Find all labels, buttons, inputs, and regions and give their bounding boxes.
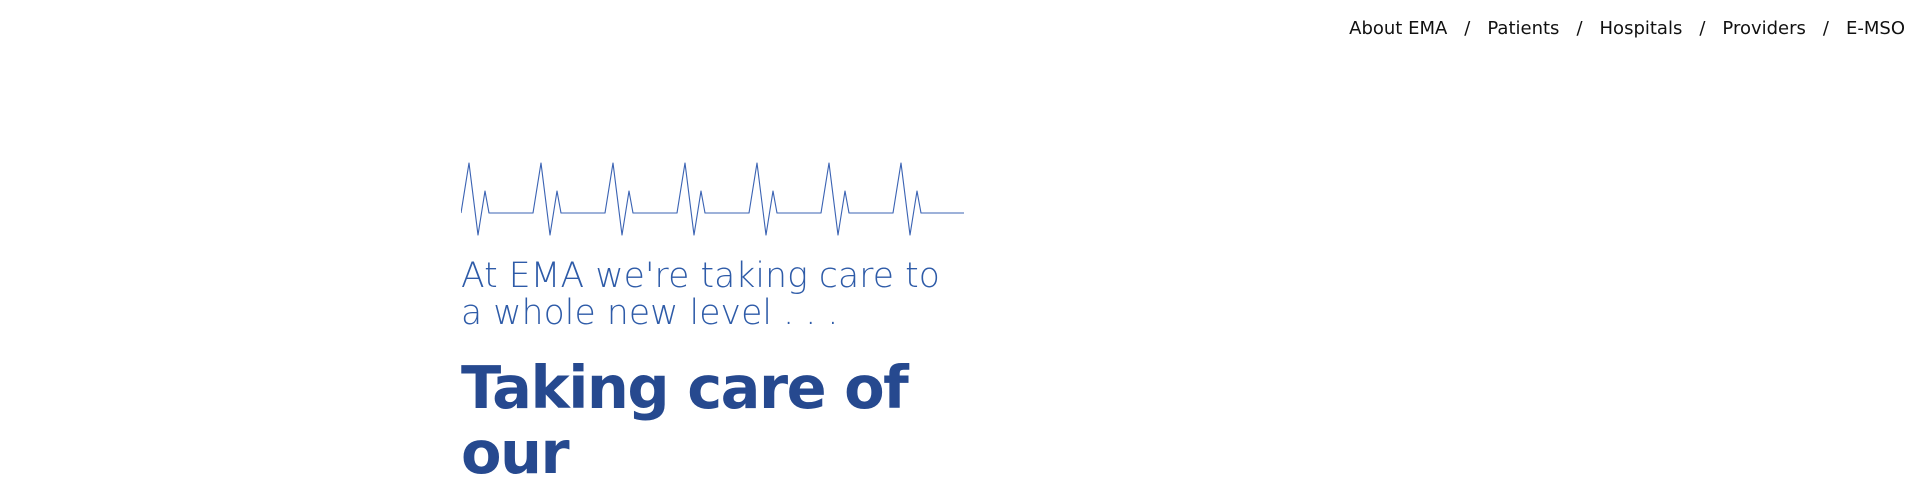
page: About EMA / Patients / Hospitals / Provi… (0, 0, 1920, 498)
hero-headline: Taking care of our (461, 353, 909, 487)
hero-section: At EMA we're taking care to a whole new … (461, 160, 971, 485)
hero-tagline: At EMA we're taking care to a whole new … (461, 256, 940, 333)
nav-item-hospitals[interactable]: Hospitals (1600, 18, 1683, 39)
nav-separator: / (1464, 18, 1471, 39)
nav-item-e-mso[interactable]: E-MSO (1846, 18, 1905, 39)
nav-item-providers[interactable]: Providers (1722, 18, 1806, 39)
nav-separator: / (1822, 18, 1829, 39)
top-navigation: About EMA / Patients / Hospitals / Provi… (1349, 18, 1905, 39)
nav-item-patients[interactable]: Patients (1487, 18, 1559, 39)
nav-separator: / (1699, 18, 1706, 39)
heartbeat-line-icon (461, 162, 964, 236)
nav-item-about-ema[interactable]: About EMA (1349, 18, 1447, 39)
nav-separator: / (1576, 18, 1583, 39)
